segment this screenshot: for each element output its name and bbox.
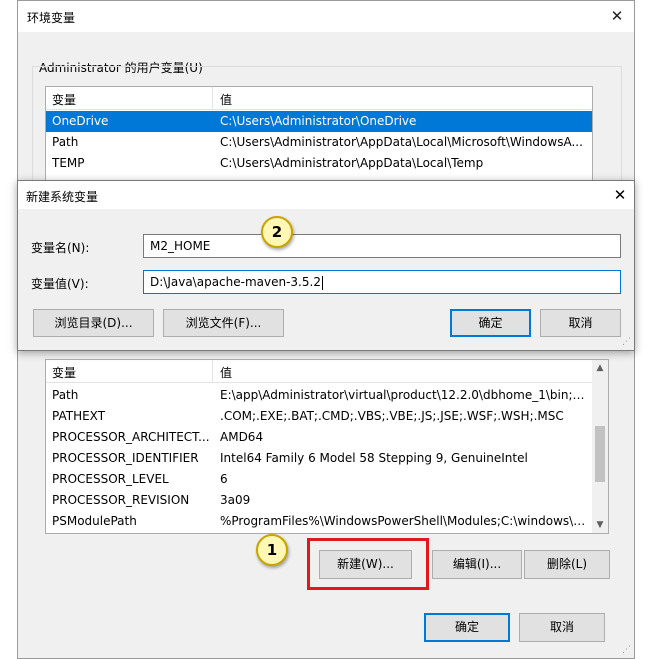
column-header-variable[interactable]: 变量 [52, 91, 76, 108]
highlight-box [307, 538, 429, 590]
user-var-name: OneDrive [52, 114, 109, 128]
system-var-value: 3a09 [220, 493, 251, 507]
browse-file-button[interactable]: 浏览文件(F)... [163, 309, 284, 337]
callout-1: 1 [256, 534, 288, 566]
scrollbar-thumb[interactable] [595, 426, 605, 482]
user-var-value: C:\Users\Administrator\AppData\Local\Tem… [220, 156, 484, 170]
system-var-row[interactable]: Path E:\app\Administrator\virtual\produc… [46, 385, 592, 406]
system-var-name: PSModulePath [52, 514, 137, 528]
system-var-row[interactable]: PATHEXT .COM;.EXE;.BAT;.CMD;.VBS;.VBE;.J… [46, 406, 592, 427]
system-var-name: PROCESSOR_REVISION [52, 493, 190, 507]
user-var-name: TEMP [52, 156, 85, 170]
dialog-cancel-button[interactable]: 取消 [540, 309, 621, 337]
window-title: 环境变量 [27, 11, 76, 25]
system-var-row[interactable]: PROCESSOR_ARCHITECT... AMD64 [46, 427, 592, 448]
dialog-titlebar: 新建系统变量 ✕ [18, 181, 634, 209]
dialog-title: 新建系统变量 [26, 190, 99, 204]
system-vars-header: 变量 值 [46, 360, 592, 383]
user-vars-header: 变量 值 [46, 87, 592, 110]
system-var-name: Path [52, 388, 79, 402]
var-value-input[interactable]: D:\Java\apache-maven-3.5.2 [143, 270, 621, 294]
system-var-row[interactable]: PROCESSOR_LEVEL 6 [46, 469, 592, 490]
new-system-var-dialog: 新建系统变量 ✕ 变量名(N): M2_HOME 变量值(V): D:\Java… [17, 180, 635, 351]
column-header-value[interactable]: 值 [220, 91, 232, 108]
system-var-value: E:\app\Administrator\virtual\product\12.… [220, 388, 590, 402]
user-var-row[interactable]: TEMP C:\Users\Administrator\AppData\Loca… [46, 153, 592, 174]
ok-button[interactable]: 确定 [424, 613, 510, 642]
user-var-row[interactable]: Path C:\Users\Administrator\AppData\Loca… [46, 132, 592, 153]
scroll-down-icon[interactable]: ▼ [592, 517, 608, 533]
var-name-label: 变量名(N): [31, 241, 90, 255]
var-name-value: M2_HOME [150, 239, 211, 253]
user-var-value: C:\Users\Administrator\OneDrive [220, 114, 417, 128]
dialog-ok-button[interactable]: 确定 [450, 309, 531, 337]
edit-button[interactable]: 编辑(I)... [432, 550, 522, 579]
scroll-up-icon[interactable]: ▲ [592, 360, 608, 376]
var-name-input[interactable]: M2_HOME [143, 234, 621, 258]
close-icon[interactable]: ✕ [608, 183, 632, 207]
system-var-name: PROCESSOR_ARCHITECT... [52, 430, 210, 444]
column-header-variable[interactable]: 变量 [52, 364, 76, 381]
var-value-label: 变量值(V): [31, 277, 89, 291]
var-value-value: D:\Java\apache-maven-3.5.2 [150, 275, 321, 289]
resize-grip-icon[interactable]: ⋰ [622, 645, 631, 655]
system-var-row[interactable]: PROCESSOR_REVISION 3a09 [46, 490, 592, 511]
system-var-name: PATHEXT [52, 409, 106, 423]
system-var-value: Intel64 Family 6 Model 58 Stepping 9, Ge… [220, 451, 528, 465]
browse-directory-button[interactable]: 浏览目录(D)... [33, 309, 154, 337]
delete-button[interactable]: 删除(L) [524, 550, 610, 579]
system-vars-scrollbar[interactable]: ▲ ▼ [592, 360, 608, 533]
user-vars-list[interactable]: 变量 值 OneDrive C:\Users\Administrator\One… [45, 86, 593, 186]
user-var-name: Path [52, 135, 79, 149]
system-var-value: 6 [220, 472, 228, 486]
system-var-name: PROCESSOR_LEVEL [52, 472, 169, 486]
system-var-value: .COM;.EXE;.BAT;.CMD;.VBS;.VBE;.JS;.JSE;.… [220, 409, 564, 423]
callout-2: 2 [261, 216, 293, 248]
window-titlebar: 环境变量 ✕ [18, 1, 634, 32]
cancel-button[interactable]: 取消 [519, 613, 605, 642]
column-header-value[interactable]: 值 [220, 364, 232, 381]
system-vars-list[interactable]: 变量 值 Path E:\app\Administrator\virtual\p… [45, 359, 609, 534]
text-caret [321, 275, 323, 290]
close-icon[interactable]: ✕ [604, 4, 630, 28]
system-var-value: %ProgramFiles%\WindowsPowerShell\Modules… [220, 514, 590, 528]
system-var-row[interactable]: PROCESSOR_IDENTIFIER Intel64 Family 6 Mo… [46, 448, 592, 469]
user-var-value: C:\Users\Administrator\AppData\Local\Mic… [220, 135, 583, 149]
resize-grip-icon[interactable]: ⋰ [622, 337, 631, 347]
system-var-row[interactable]: PSModulePath %ProgramFiles%\WindowsPower… [46, 511, 592, 532]
system-var-name: PROCESSOR_IDENTIFIER [52, 451, 199, 465]
user-var-row[interactable]: OneDrive C:\Users\Administrator\OneDrive [46, 111, 592, 132]
system-var-value: AMD64 [220, 430, 264, 444]
